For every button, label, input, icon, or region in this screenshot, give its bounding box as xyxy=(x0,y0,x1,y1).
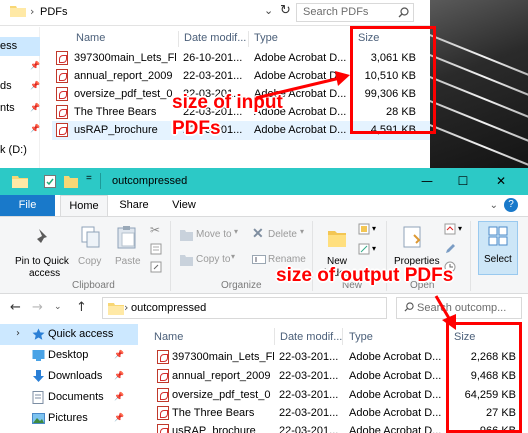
output-annotation-arrow xyxy=(434,295,456,330)
